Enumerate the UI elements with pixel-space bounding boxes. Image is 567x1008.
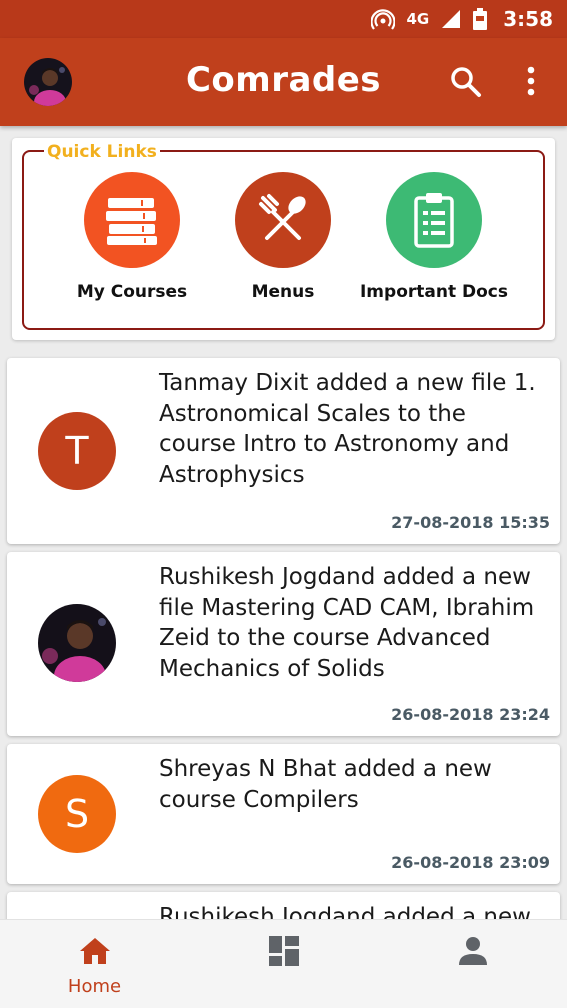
person-icon	[458, 937, 487, 965]
feed-item-text: Shreyas N Bhat added a new course Compil…	[159, 756, 492, 813]
battery-icon	[473, 8, 488, 30]
home-icon	[79, 938, 110, 964]
feed-item-text: Rushikesh Jogdand added a new file Maste…	[159, 564, 535, 682]
feed-item-date: 26-08-2018 23:24	[391, 705, 550, 724]
feed-item[interactable]: S Shreyas N Bhat added a new course Comp…	[7, 744, 560, 884]
quick-link-important-docs[interactable]: Important Docs	[359, 172, 509, 302]
avatar: T	[38, 412, 116, 490]
avatar: S	[38, 775, 116, 853]
nav-dashboard[interactable]	[189, 920, 378, 1008]
feed-item-date: 27-08-2018 15:35	[391, 513, 550, 532]
search-icon[interactable]	[448, 64, 484, 100]
hotspot-icon	[370, 8, 395, 30]
clipboard-icon	[386, 172, 482, 268]
dashboard-icon	[268, 936, 299, 966]
quick-links-card: Quick Links My Courses Menus Important D…	[12, 138, 555, 340]
feed-item[interactable]: T Tanmay Dixit added a new file 1. Astro…	[7, 358, 560, 544]
nav-home-label: Home	[67, 976, 122, 997]
signal-icon	[441, 9, 461, 29]
quick-link-label: My Courses	[76, 282, 188, 302]
nav-profile[interactable]	[378, 920, 567, 1008]
quick-link-my-courses[interactable]: My Courses	[57, 172, 207, 302]
app-bar: Comrades	[0, 38, 567, 126]
quick-links-legend: Quick Links	[44, 142, 160, 162]
bottom-navigation: Home	[0, 919, 567, 1008]
nav-home[interactable]: Home	[0, 920, 189, 1008]
more-vert-icon[interactable]	[516, 64, 546, 100]
network-type: 4G	[406, 10, 430, 28]
status-bar: 4G 3:58	[0, 0, 567, 38]
quick-link-label: Important Docs	[359, 282, 508, 302]
avatar	[38, 604, 116, 682]
quick-link-label: Menus	[251, 282, 315, 302]
quick-link-menus[interactable]: Menus	[208, 172, 358, 302]
feed-item-text: Tanmay Dixit added a new file 1. Astrono…	[159, 370, 536, 488]
clock: 3:58	[503, 7, 553, 31]
feed-item[interactable]: Rushikesh Jogdand added a new file Maste…	[7, 552, 560, 736]
feed-item-date: 26-08-2018 23:09	[391, 853, 550, 872]
books-icon	[84, 172, 180, 268]
fork-spoon-icon	[235, 172, 331, 268]
